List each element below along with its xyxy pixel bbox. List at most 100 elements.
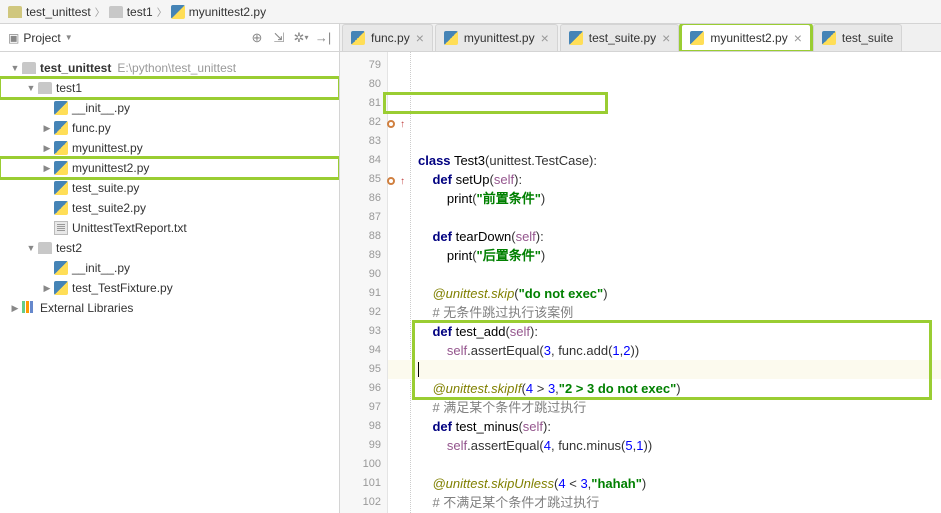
tree-item-label: myunittest2.py bbox=[72, 161, 149, 175]
external-libraries[interactable]: ▶ External Libraries bbox=[0, 298, 339, 318]
editor-tab[interactable]: myunittest2.py × bbox=[681, 24, 811, 51]
breadcrumb-item[interactable]: test1 bbox=[109, 5, 153, 19]
code-line[interactable] bbox=[418, 208, 941, 227]
tree-item-label: test1 bbox=[56, 81, 82, 95]
tree-item[interactable]: ▶myunittest.py bbox=[0, 138, 339, 158]
tree-arrow-icon[interactable]: ▼ bbox=[24, 83, 38, 93]
line-number[interactable]: 89 bbox=[340, 246, 381, 265]
tree-arrow-icon[interactable]: ▶ bbox=[8, 303, 22, 314]
tree-item[interactable]: UnittestTextReport.txt bbox=[0, 218, 339, 238]
line-number[interactable]: 90 bbox=[340, 265, 381, 284]
code-line[interactable]: def test_add(self): bbox=[418, 322, 941, 341]
tree-item[interactable]: ▶ test_TestFixture.py bbox=[0, 278, 339, 298]
python-file-icon bbox=[171, 5, 185, 19]
project-root[interactable]: ▼ test_unittest E:\python\test_unittest bbox=[0, 58, 339, 78]
python-file-icon bbox=[54, 261, 68, 275]
code-line[interactable]: def tearDown(self): bbox=[418, 227, 941, 246]
editor-tab[interactable]: test_suite bbox=[813, 24, 902, 51]
breadcrumb-item[interactable]: myunittest2.py bbox=[171, 5, 266, 19]
tree-arrow-icon[interactable]: ▶ bbox=[40, 123, 54, 134]
close-icon[interactable]: × bbox=[794, 30, 802, 46]
close-icon[interactable]: × bbox=[416, 30, 424, 46]
tree-item[interactable]: test_suite2.py bbox=[0, 198, 339, 218]
tab-label: test_suite bbox=[842, 31, 893, 45]
code-line[interactable]: @unittest.skipUnless(4 < 3,"hahah") bbox=[418, 474, 941, 493]
line-number[interactable]: 86 bbox=[340, 189, 381, 208]
line-number[interactable]: 100 bbox=[340, 455, 381, 474]
tree-item[interactable]: ▼test2 bbox=[0, 238, 339, 258]
project-tree: ▼ test_unittest E:\python\test_unittest … bbox=[0, 52, 339, 513]
line-number[interactable]: 85↑ bbox=[340, 170, 381, 189]
close-icon[interactable]: × bbox=[541, 30, 549, 46]
tree-arrow-icon[interactable]: ▼ bbox=[8, 63, 22, 73]
line-number[interactable]: 79 bbox=[340, 56, 381, 75]
line-number[interactable]: 101 bbox=[340, 474, 381, 493]
external-libraries-label: External Libraries bbox=[40, 301, 133, 315]
highlight-box bbox=[383, 92, 608, 114]
python-file-icon bbox=[822, 31, 836, 45]
line-number[interactable]: 99 bbox=[340, 436, 381, 455]
line-number[interactable]: 80 bbox=[340, 75, 381, 94]
line-number[interactable]: 83 bbox=[340, 132, 381, 151]
line-number[interactable]: 96 bbox=[340, 379, 381, 398]
project-root-label: test_unittest bbox=[40, 61, 111, 75]
code-line[interactable]: # 无条件跳过执行该案例 bbox=[418, 303, 941, 322]
code-line[interactable]: print("前置条件") bbox=[418, 189, 941, 208]
code-area: 79808182↑838485↑868788899091929394959697… bbox=[340, 52, 941, 513]
tree-item[interactable]: ▼ test1 bbox=[0, 78, 339, 98]
tree-arrow-icon[interactable]: ▼ bbox=[24, 243, 38, 253]
locate-icon[interactable]: ⊕ bbox=[249, 30, 265, 46]
code-line[interactable] bbox=[388, 360, 941, 379]
python-file-icon bbox=[54, 201, 68, 215]
tree-item[interactable]: test_suite.py bbox=[0, 178, 339, 198]
code-line[interactable]: print("后置条件") bbox=[418, 246, 941, 265]
code-line[interactable]: self.assertEqual(4, func.minus(5,1)) bbox=[418, 436, 941, 455]
tree-item[interactable]: __init__.py bbox=[0, 98, 339, 118]
editor-tab[interactable]: func.py× bbox=[342, 24, 433, 51]
line-number[interactable]: 97 bbox=[340, 398, 381, 417]
code-line[interactable]: # 不满足某个条件才跳过执行 bbox=[418, 493, 941, 512]
code-line[interactable]: # 满足某个条件才跳过执行 bbox=[418, 398, 941, 417]
tree-item[interactable]: ▶ myunittest2.py bbox=[0, 158, 339, 178]
line-number[interactable]: 98 bbox=[340, 417, 381, 436]
line-number[interactable]: 93 bbox=[340, 322, 381, 341]
code-line[interactable]: self.assertEqual(3, func.add(1,2)) bbox=[418, 341, 941, 360]
code-line[interactable]: def test_minus(self): bbox=[418, 417, 941, 436]
line-number[interactable]: 102 bbox=[340, 493, 381, 512]
tab-label: myunittest2.py bbox=[710, 31, 787, 45]
line-number[interactable]: 84 bbox=[340, 151, 381, 170]
line-number[interactable]: 92 bbox=[340, 303, 381, 322]
tree-item[interactable]: ▶func.py bbox=[0, 118, 339, 138]
chevron-right-icon: 〉 bbox=[157, 4, 167, 19]
line-number[interactable]: 82↑ bbox=[340, 113, 381, 132]
editor-tab[interactable]: test_suite.py× bbox=[560, 24, 680, 51]
collapse-icon[interactable]: ⇲ bbox=[271, 30, 287, 46]
line-number[interactable]: 87 bbox=[340, 208, 381, 227]
tree-arrow-icon[interactable]: ▶ bbox=[40, 143, 54, 154]
code-line[interactable]: class Test3(unittest.TestCase): bbox=[418, 151, 941, 170]
hide-icon[interactable]: →| bbox=[315, 30, 331, 46]
sidebar-title[interactable]: ▣ Project ▼ bbox=[8, 31, 73, 45]
editor-tab[interactable]: myunittest.py× bbox=[435, 24, 558, 51]
line-number[interactable]: 91 bbox=[340, 284, 381, 303]
tree-arrow-icon[interactable]: ▶ bbox=[40, 283, 54, 294]
tree-arrow-icon[interactable]: ▶ bbox=[40, 163, 54, 174]
tree-item-label: test_TestFixture.py bbox=[72, 281, 173, 295]
code-line[interactable] bbox=[418, 132, 941, 151]
line-number[interactable]: 95 bbox=[340, 360, 381, 379]
code-line[interactable] bbox=[418, 265, 941, 284]
code-line[interactable] bbox=[418, 455, 941, 474]
code-line[interactable]: def setUp(self): bbox=[418, 170, 941, 189]
code-line[interactable]: @unittest.skip("do not exec") bbox=[418, 284, 941, 303]
code-line[interactable] bbox=[418, 113, 941, 132]
python-file-icon bbox=[54, 281, 68, 295]
close-icon[interactable]: × bbox=[662, 30, 670, 46]
line-number[interactable]: 81 bbox=[340, 94, 381, 113]
breadcrumb-item[interactable]: test_unittest bbox=[8, 5, 91, 19]
code-content[interactable]: class Test3(unittest.TestCase): def setU… bbox=[388, 52, 941, 513]
line-number[interactable]: 94 bbox=[340, 341, 381, 360]
tree-item[interactable]: __init__.py bbox=[0, 258, 339, 278]
code-line[interactable]: @unittest.skipIf(4 > 3,"2 > 3 do not exe… bbox=[418, 379, 941, 398]
line-number[interactable]: 88 bbox=[340, 227, 381, 246]
settings-icon[interactable]: ✲▾ bbox=[293, 30, 309, 46]
